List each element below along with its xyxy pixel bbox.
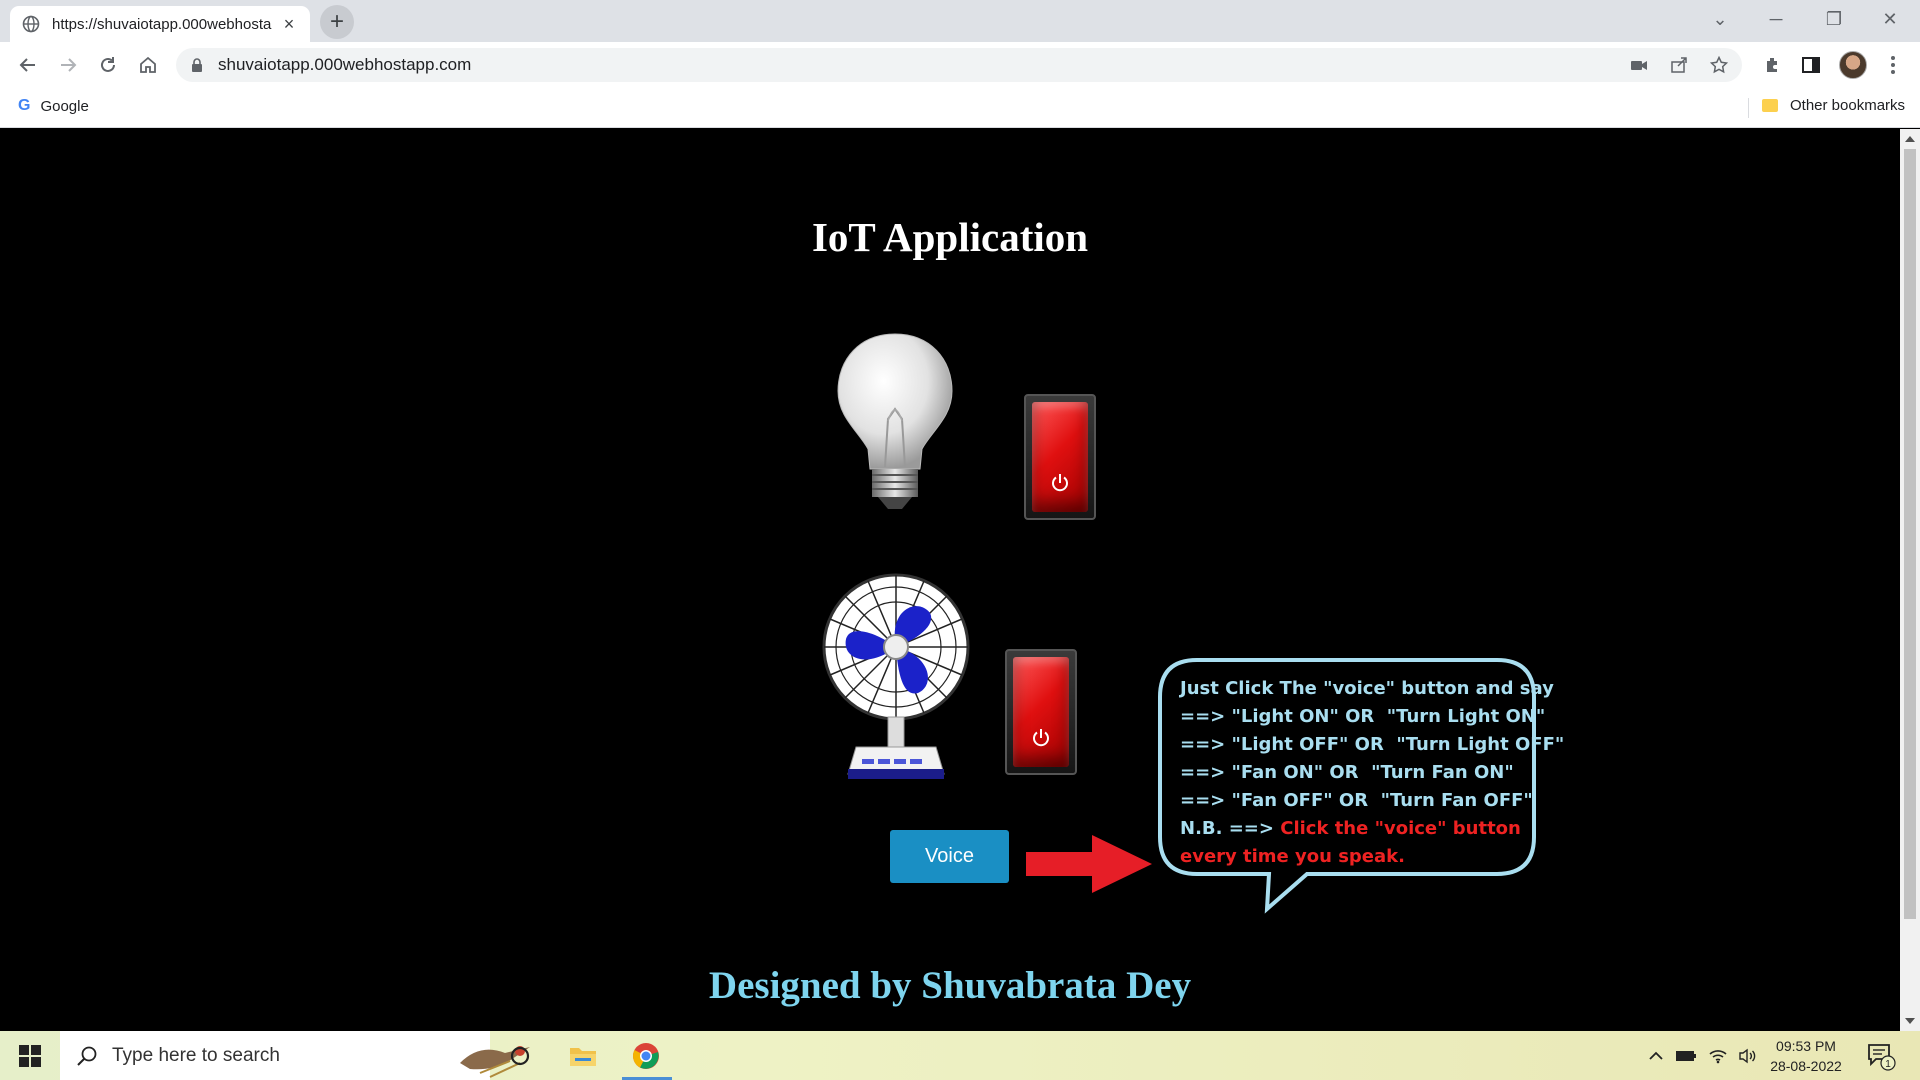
globe-icon: [22, 15, 40, 33]
tray-overflow-chevron-icon[interactable]: [1645, 1031, 1667, 1080]
clock-time: 09:53 PM: [1776, 1038, 1836, 1054]
browser-toolbar: shuvaiotapp.000webhostapp.com: [0, 42, 1920, 88]
web-page: IoT Application Voice Just Click The "vo…: [0, 129, 1900, 1031]
new-tab-button[interactable]: +: [320, 5, 354, 39]
address-bar[interactable]: shuvaiotapp.000webhostapp.com: [176, 48, 1742, 82]
share-icon[interactable]: [1670, 56, 1688, 74]
instruction-line: Just Click The "voice" button and say: [1180, 678, 1554, 699]
red-arrow-icon: [1026, 835, 1152, 893]
tab-title: https://shuvaiotapp.000webhosta: [52, 15, 272, 33]
notification-count: 1: [1885, 1059, 1891, 1070]
back-arrow-icon: [19, 58, 35, 72]
lock-icon: [192, 58, 202, 72]
notification-center-icon[interactable]: 1: [1866, 1041, 1896, 1071]
note-prefix: N.B. ==>: [1180, 818, 1281, 839]
bookmarks-divider: [1748, 98, 1749, 118]
bookmark-google-label: Google: [40, 97, 89, 115]
instruction-line: ==> "Fan OFF" OR "Turn Fan OFF": [1180, 790, 1533, 811]
profile-avatar[interactable]: [1839, 51, 1867, 79]
forward-arrow-icon: [61, 58, 77, 72]
reload-icon: [101, 57, 115, 72]
note-text: every time you speak.: [1180, 846, 1405, 867]
file-explorer-icon[interactable]: [555, 1031, 611, 1080]
google-icon: G: [18, 97, 31, 114]
designer-credit: Designed by Shuvabrata Dey: [708, 964, 1192, 1007]
search-icon: [77, 1046, 97, 1066]
search-placeholder: Type here to search: [112, 1044, 280, 1066]
url-text: shuvaiotapp.000webhostapp.com: [218, 55, 472, 74]
power-icon: [1052, 474, 1068, 492]
bookmark-star-icon[interactable]: [1710, 56, 1728, 74]
chrome-taskbar-icon[interactable]: [618, 1031, 674, 1080]
menu-kebab-icon[interactable]: [1882, 54, 1904, 76]
clock-date: 28-08-2022: [1770, 1058, 1842, 1074]
minimize-button[interactable]: ─: [1748, 0, 1804, 38]
forward-button[interactable]: [52, 49, 84, 81]
tab-search-icon[interactable]: ⌄: [1692, 0, 1748, 38]
taskbar-search-box[interactable]: Type here to search: [60, 1031, 530, 1080]
system-clock[interactable]: 09:53 PM 28-08-2022: [1756, 1036, 1856, 1076]
browser-tab[interactable]: https://shuvaiotapp.000webhosta ×: [10, 6, 310, 42]
side-panel-icon[interactable]: [1800, 54, 1822, 76]
voice-instructions: Just Click The "voice" button and say ==…: [1180, 675, 1564, 871]
screen: https://shuvaiotapp.000webhosta × + ⌄ ─ …: [0, 0, 1920, 1080]
bookmarks-bar: G Google Other bookmarks: [0, 88, 1920, 128]
table-fan-image: [822, 573, 970, 779]
wifi-icon[interactable]: [1705, 1031, 1731, 1080]
tab-close-icon[interactable]: ×: [280, 15, 298, 33]
light-bulb-image: [837, 333, 953, 509]
scroll-thumb[interactable]: [1904, 149, 1916, 919]
bookmark-google[interactable]: G Google: [18, 97, 89, 115]
windows-logo-icon: [19, 1044, 41, 1067]
light-switch-rocker: [1032, 402, 1088, 512]
start-button[interactable]: [0, 1031, 60, 1080]
scroll-up-arrow-icon[interactable]: [1905, 136, 1915, 142]
fan-switch[interactable]: [1005, 649, 1077, 775]
home-icon: [140, 56, 156, 73]
light-switch[interactable]: [1024, 394, 1096, 520]
battery-icon[interactable]: [1673, 1031, 1699, 1080]
close-window-button[interactable]: ✕: [1862, 0, 1918, 38]
instruction-line: ==> "Fan ON" OR "Turn Fan ON": [1180, 762, 1514, 783]
page-scrollbar[interactable]: [1900, 129, 1920, 1031]
camera-icon[interactable]: [1630, 56, 1648, 74]
restore-button[interactable]: ❐: [1806, 0, 1862, 38]
bookmark-other[interactable]: Other bookmarks: [1762, 97, 1905, 114]
reload-button[interactable]: [92, 49, 124, 81]
cortana-icon[interactable]: [492, 1031, 548, 1080]
power-icon: [1033, 729, 1049, 747]
fan-switch-rocker: [1013, 657, 1069, 767]
voice-button[interactable]: Voice: [890, 830, 1009, 883]
home-button[interactable]: [132, 49, 164, 81]
instruction-line: ==> "Light OFF" OR "Turn Light OFF": [1180, 734, 1565, 755]
bookmark-other-label: Other bookmarks: [1790, 97, 1906, 114]
page-title: IoT Application: [811, 214, 1089, 260]
instruction-line: ==> "Light ON" OR "Turn Light ON": [1180, 706, 1546, 727]
back-button[interactable]: [12, 49, 44, 81]
windows-taskbar: Type here to search 09:53 PM 28-08-2022 …: [0, 1031, 1920, 1080]
folder-icon: [1762, 99, 1778, 112]
browser-tab-strip: https://shuvaiotapp.000webhosta × + ⌄ ─ …: [0, 0, 1920, 42]
note-text: Click the "voice" button: [1280, 818, 1521, 839]
scroll-down-arrow-icon[interactable]: [1905, 1018, 1915, 1024]
extensions-icon[interactable]: [1762, 54, 1784, 76]
